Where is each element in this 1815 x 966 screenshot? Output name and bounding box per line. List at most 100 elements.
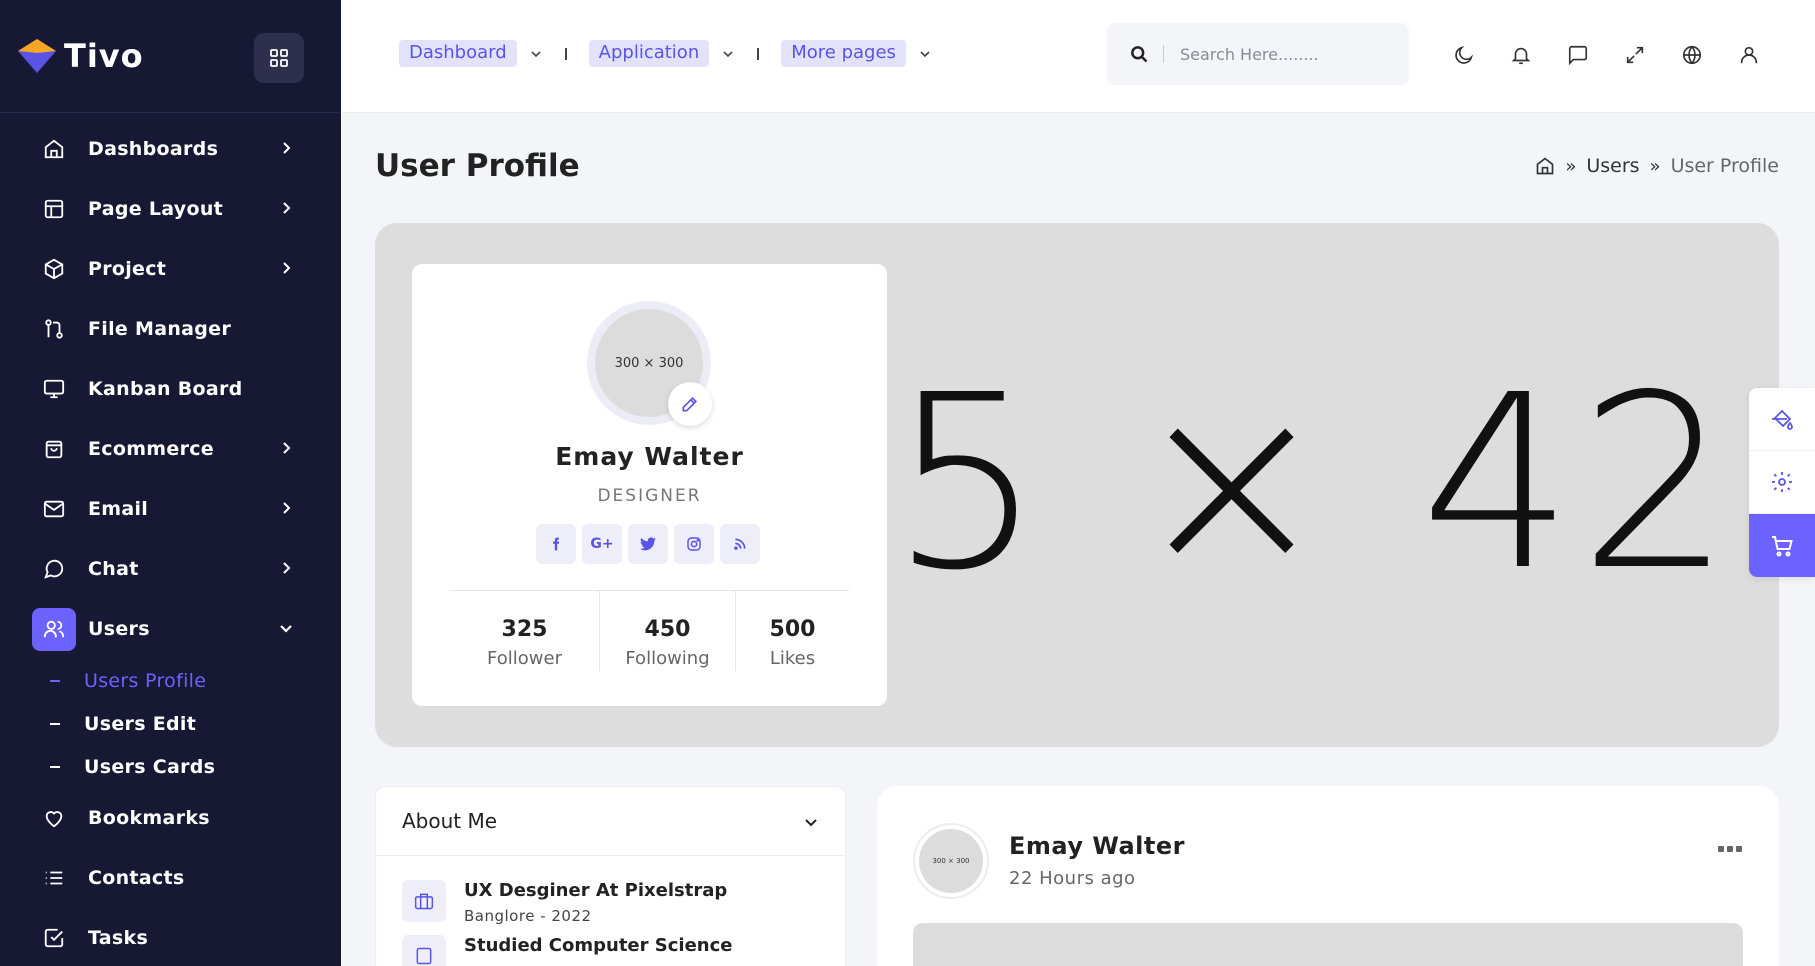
sidebar-item-contacts[interactable]: Contacts: [0, 848, 341, 908]
top-nav: Dashboard Application More pages: [399, 40, 932, 67]
about-text: UX Desginer At Pixelstrap Banglore - 202…: [464, 880, 727, 925]
sidebar-subitem-users-profile[interactable]: Users Profile: [0, 659, 341, 702]
sidebar-item-page-layout[interactable]: Page Layout: [0, 179, 341, 239]
sidebar-item-project[interactable]: Project: [0, 239, 341, 299]
sidebar-menu: Dashboards Page Layout Project File Mana…: [0, 113, 341, 966]
nav-more-pages[interactable]: More pages: [781, 40, 932, 67]
stat-value: 325: [501, 617, 548, 642]
chevron-down-icon: [920, 50, 930, 57]
sidebar-item-label: Page Layout: [88, 198, 224, 220]
sidebar-item-kanban-board[interactable]: Kanban Board: [0, 359, 341, 419]
sidebar-item-dashboards[interactable]: Dashboards: [0, 119, 341, 179]
social-links: G+: [536, 524, 766, 564]
profile-role: DESIGNER: [597, 486, 702, 506]
monitor-icon: [42, 377, 66, 401]
about-item: Studied Computer Science: [376, 925, 845, 966]
more-horizontal-icon[interactable]: [1717, 844, 1743, 854]
stat-following: 450 Following: [600, 591, 736, 671]
grid-icon: [270, 49, 288, 67]
sidebar-subitem-label: Users Edit: [84, 712, 197, 735]
sidebar-item-users[interactable]: Users: [0, 599, 341, 659]
briefcase-icon: [402, 880, 446, 922]
breadcrumb: » Users » User Profile: [1535, 155, 1779, 177]
sidebar-subitem-label: Users Profile: [84, 669, 207, 692]
shopping-cart-icon[interactable]: [1749, 514, 1815, 577]
stat-value: 500: [769, 617, 816, 642]
message-circle-icon: [42, 557, 66, 581]
nav-dashboard[interactable]: Dashboard: [399, 40, 543, 67]
rss-icon[interactable]: [720, 524, 760, 564]
google-plus-icon[interactable]: G+: [582, 524, 622, 564]
message-square-icon[interactable]: [1565, 42, 1591, 68]
chevron-down-icon: [723, 50, 733, 57]
chevron-right-icon: [283, 142, 291, 154]
avatar-placeholder-text: 300 × 300: [614, 355, 684, 371]
nav-label: Dashboard: [399, 40, 517, 67]
post-author-name[interactable]: Emay Walter: [1009, 832, 1185, 860]
post-avatar-ring: 300 × 300: [913, 823, 989, 899]
chevron-right-icon: [283, 442, 291, 454]
search-input[interactable]: [1180, 44, 1380, 64]
stat-followers: 325 Follower: [450, 591, 600, 671]
app-name: Tivo: [64, 37, 144, 75]
chevron-down-icon: [805, 819, 817, 827]
chevron-down-icon: [531, 50, 541, 57]
chevron-right-icon: [283, 262, 291, 274]
maximize-icon[interactable]: [1622, 42, 1648, 68]
settings-gear-icon[interactable]: [1749, 451, 1815, 514]
post-timestamp: 22 Hours ago: [1009, 868, 1136, 889]
nav-application[interactable]: Application: [588, 40, 736, 67]
post-avatar-placeholder-text: 300 × 300: [932, 857, 970, 865]
banner-placeholder-text: 5 × 420: [890, 343, 1779, 623]
nav-separator: [757, 47, 760, 60]
users-icon: [42, 617, 66, 641]
about-item-sub: Banglore - 2022: [464, 907, 592, 925]
logo-icon: [18, 39, 56, 73]
breadcrumb-current: User Profile: [1670, 155, 1779, 177]
globe-icon[interactable]: [1679, 42, 1705, 68]
about-me-header[interactable]: About Me: [376, 787, 845, 856]
sidebar-subitem-users-edit[interactable]: Users Edit: [0, 702, 341, 745]
chevron-right-icon: [283, 562, 291, 574]
sidebar-item-chat[interactable]: Chat: [0, 539, 341, 599]
sidebar-subitem-label: Users Cards: [84, 755, 216, 778]
page-title: User Profile: [375, 148, 580, 184]
profile-stats: 325 Follower 450 Following 500 Likes: [450, 591, 849, 671]
sidebar-item-email[interactable]: Email: [0, 479, 341, 539]
sidebar-item-label: Chat: [88, 558, 139, 580]
git-pull-icon: [42, 317, 66, 341]
twitter-icon[interactable]: [628, 524, 668, 564]
about-me-title: About Me: [402, 809, 498, 833]
sidebar-item-bookmarks[interactable]: Bookmarks: [0, 788, 341, 848]
breadcrumb-separator-icon: »: [1565, 155, 1577, 177]
breadcrumb-item[interactable]: Users: [1586, 155, 1639, 177]
sidebar-item-label: Project: [88, 258, 167, 280]
instagram-icon[interactable]: [674, 524, 714, 564]
sidebar-item-label: File Manager: [88, 318, 232, 340]
post-avatar: 300 × 300: [919, 829, 983, 893]
sidebar-item-ecommerce[interactable]: Ecommerce: [0, 419, 341, 479]
facebook-icon[interactable]: [536, 524, 576, 564]
sidebar-item-label: Email: [88, 498, 149, 520]
bell-icon[interactable]: [1508, 42, 1534, 68]
edit-avatar-button[interactable]: [668, 382, 712, 426]
stat-likes: 500 Likes: [736, 591, 849, 671]
about-item-title: UX Desginer At Pixelstrap: [464, 880, 728, 901]
user-icon[interactable]: [1736, 42, 1762, 68]
sidebar-item-label: Users: [88, 618, 150, 640]
moon-icon[interactable]: [1451, 42, 1477, 68]
sidebar-toggle-button[interactable]: [254, 33, 304, 83]
sidebar-subitem-users-cards[interactable]: Users Cards: [0, 745, 341, 788]
post-card: 300 × 300 Emay Walter 22 Hours ago: [877, 786, 1779, 966]
sidebar-item-file-manager[interactable]: File Manager: [0, 299, 341, 359]
nav-label: Application: [588, 40, 710, 67]
profile-name: Emay Walter: [555, 442, 744, 471]
home-icon[interactable]: [1535, 156, 1555, 176]
sidebar-item-label: Ecommerce: [88, 438, 214, 460]
sidebar-item-tasks[interactable]: Tasks: [0, 908, 341, 966]
pencil-icon: [682, 396, 698, 412]
about-item: UX Desginer At Pixelstrap Banglore - 202…: [376, 856, 845, 925]
paint-bucket-icon[interactable]: [1749, 388, 1815, 451]
sidebar: Tivo Dashboards Page Layout Project File…: [0, 0, 341, 966]
about-me-card: About Me UX Desginer At Pixelstrap Bangl…: [375, 786, 846, 966]
